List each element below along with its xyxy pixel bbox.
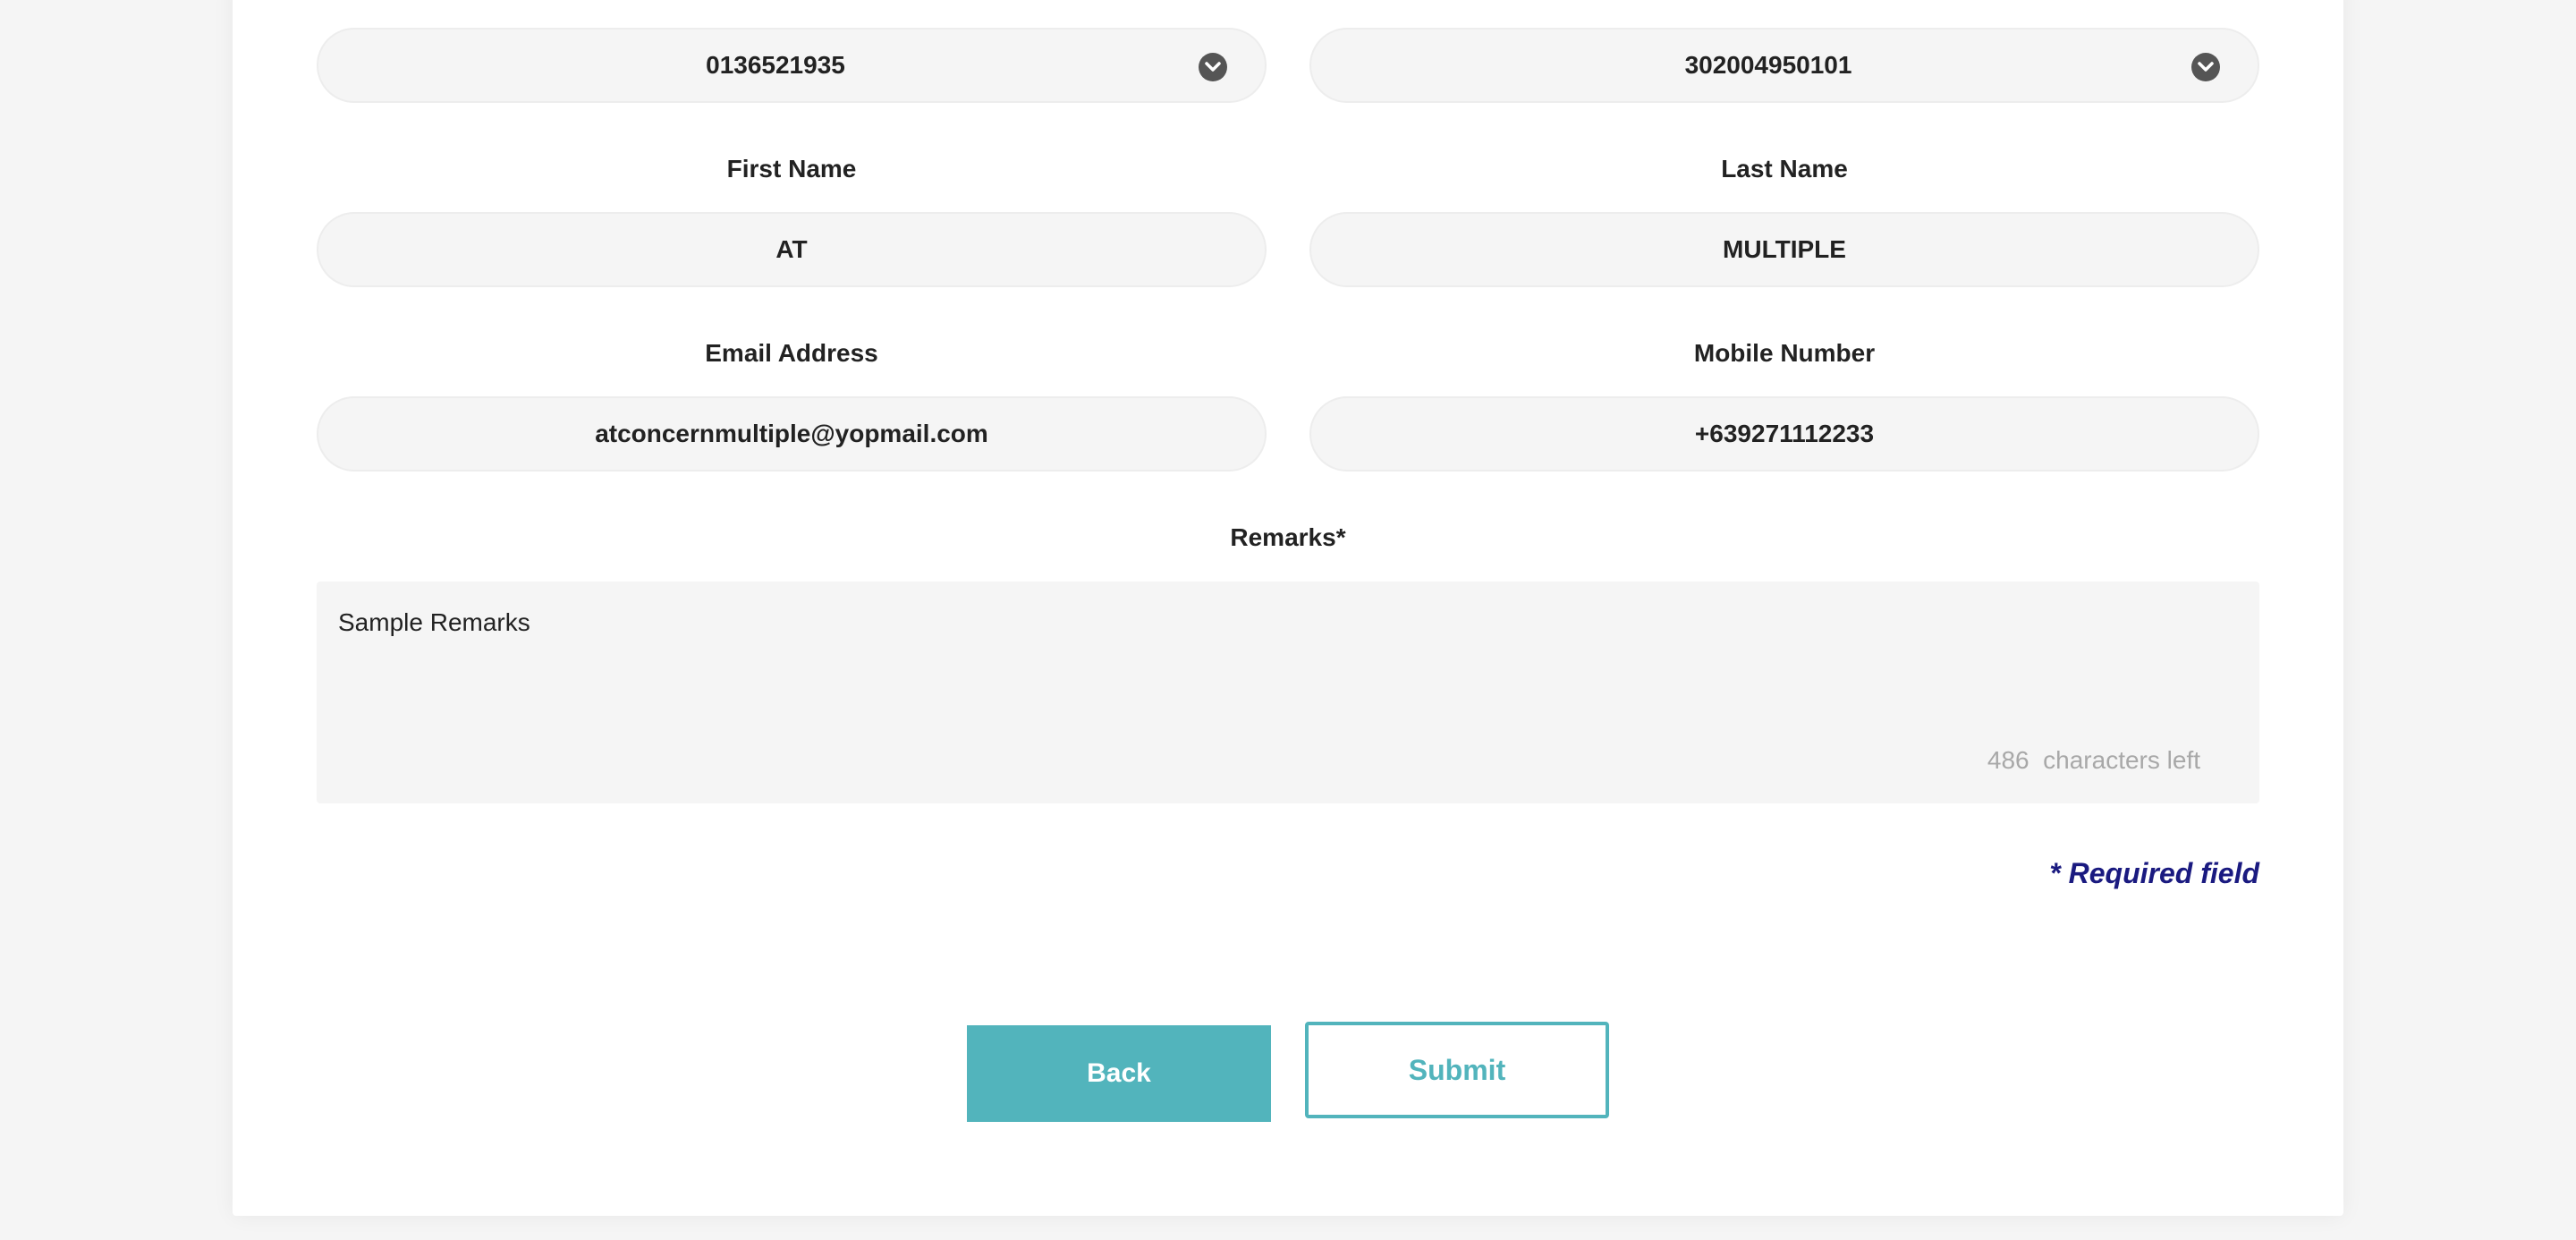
last-name-value: MULTIPLE bbox=[1723, 235, 1846, 263]
account-select-right[interactable]: 302004950101 bbox=[1309, 28, 2259, 103]
back-button[interactable]: Back bbox=[967, 1025, 1271, 1122]
characters-left-counter: 486 characters left bbox=[1987, 746, 2200, 774]
last-name-field[interactable]: MULTIPLE bbox=[1309, 212, 2259, 287]
required-field-note: * Required field bbox=[2049, 857, 2259, 889]
first-name-value: AT bbox=[775, 235, 808, 263]
email-label: Email Address bbox=[705, 339, 878, 367]
email-field[interactable]: atconcernmultiple@yopmail.com bbox=[317, 396, 1267, 471]
chevron-down-icon[interactable] bbox=[2191, 53, 2220, 81]
account-select-left-value: 0136521935 bbox=[706, 51, 845, 79]
account-select-left[interactable]: 0136521935 bbox=[317, 28, 1267, 103]
mobile-value: +639271112233 bbox=[1694, 420, 1875, 447]
mobile-field[interactable]: +639271112233 bbox=[1309, 396, 2259, 471]
mobile-label: Mobile Number bbox=[1693, 339, 1876, 367]
remarks-text: Sample Remarks bbox=[338, 608, 530, 636]
first-name-field[interactable]: AT bbox=[317, 212, 1267, 287]
submit-button[interactable]: Submit bbox=[1305, 1022, 1609, 1118]
first-name-label: First Name bbox=[726, 155, 857, 183]
last-name-label: Last Name bbox=[1721, 155, 1848, 183]
remarks-textarea[interactable]: Sample Remarks 486 characters left bbox=[317, 582, 2259, 803]
chevron-down-icon[interactable] bbox=[1199, 53, 1227, 81]
remarks-label: Remarks* bbox=[1230, 523, 1346, 551]
email-value: atconcernmultiple@yopmail.com bbox=[595, 420, 988, 447]
account-select-right-value: 302004950101 bbox=[1684, 51, 1852, 79]
